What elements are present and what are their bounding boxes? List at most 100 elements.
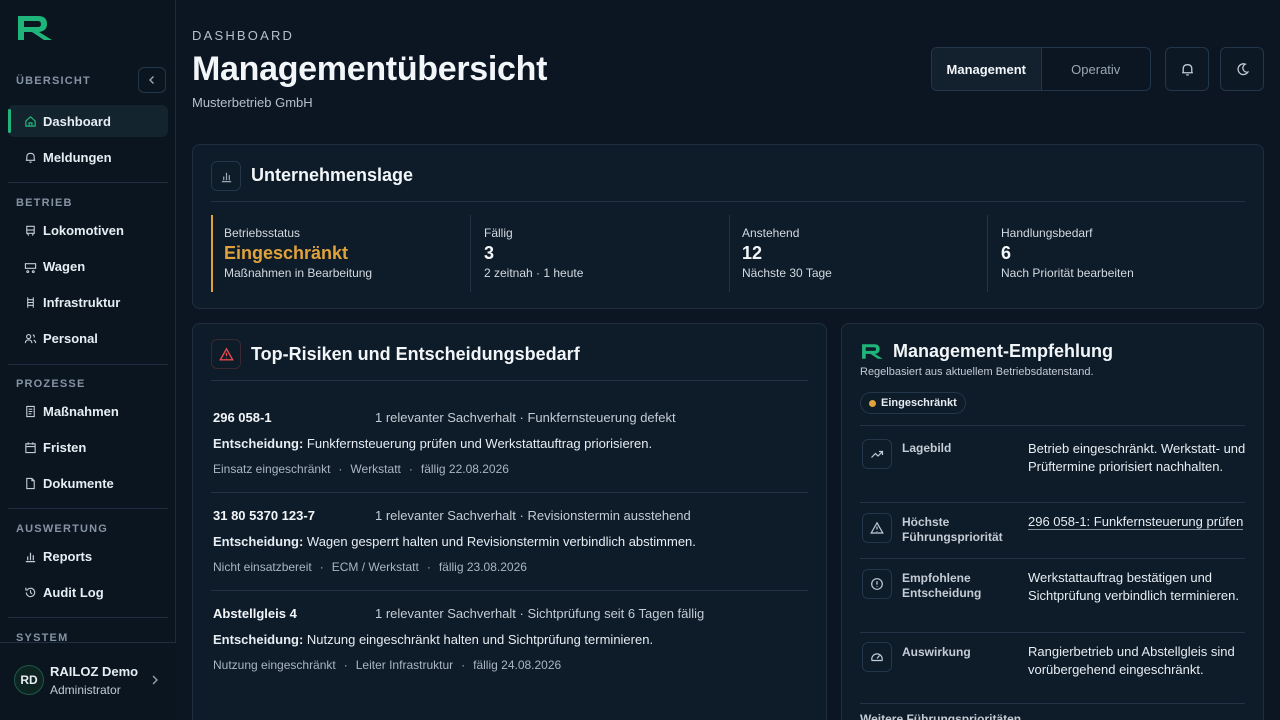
risk-decision: Entscheidung: Nutzung eingeschränkt halt… <box>213 632 653 647</box>
priority-link[interactable]: 296 058-1: Funkfernsteuerung prüfen <box>1028 514 1244 530</box>
sidebar-item-label: Maßnahmen <box>43 403 119 419</box>
page-title: Managementübersicht <box>192 50 548 88</box>
rec-label: Auswirkung <box>902 645 971 659</box>
rec-icon-box <box>862 513 892 543</box>
mode-management-button[interactable]: Management <box>932 48 1042 90</box>
page-eyebrow: DASHBOARD <box>192 28 295 43</box>
sidebar-item-personal[interactable]: Personal <box>8 322 168 354</box>
kpi-note: Maßnahmen in Bearbeitung <box>224 266 373 280</box>
recommendation-row-auswirkung: Auswirkung Rangierbetrieb und Abstellgle… <box>860 632 1245 692</box>
document-icon <box>26 477 35 489</box>
risk-item[interactable]: Abstellgleis 4 1 relevanter Sachverhalt … <box>213 606 808 676</box>
kpi-value: 6 <box>1001 243 1012 263</box>
risk-owner: Werkstatt <box>350 462 401 476</box>
sidebar-item-label: Reports <box>43 548 93 564</box>
more-priorities-heading: Weitere Führungsprioritäten <box>860 712 1022 720</box>
kpi-anstehend[interactable]: Anstehend 12 Nächste 30 Tage <box>729 215 987 292</box>
sidebar-item-label: Personal <box>43 330 98 346</box>
recommendation-row-prioritaet: Höchste Führungspriorität 296 058-1: Fun… <box>860 502 1245 558</box>
sidebar-item-label: Audit Log <box>43 584 104 600</box>
decision-label: Entscheidung: <box>213 534 304 549</box>
sidebar-item-dokumente[interactable]: Dokumente <box>8 467 168 499</box>
section-label-betrieb: BETRIEB <box>16 197 73 209</box>
kpi-label: Fällig <box>484 226 513 240</box>
rec-label: Lagebild <box>902 441 952 455</box>
kpi-value: 12 <box>742 243 763 263</box>
card-title-recommendation: Management-Empfehlung <box>893 341 1114 361</box>
status-badge: Eingeschränkt <box>860 392 966 414</box>
kpi-note: 2 zeitnah · 1 heute <box>484 266 584 280</box>
risk-status: Nutzung eingeschränkt <box>213 658 336 672</box>
decision-label: Entscheidung: <box>213 632 304 647</box>
decision-text: Nutzung eingeschränkt halten und Sichtpr… <box>306 632 654 647</box>
sidebar-item-wagen[interactable]: Wagen <box>8 250 168 282</box>
theme-toggle-button[interactable] <box>1220 47 1264 91</box>
sidebar-item-reports[interactable]: Reports <box>8 540 168 572</box>
warning-icon <box>870 521 884 534</box>
rec-text: 296 058-1: Funkfernsteuerung prüfen <box>1028 513 1248 531</box>
rec-label: Empfohlene Entscheidung <box>902 571 982 600</box>
sidebar-item-dashboard[interactable]: Dashboard <box>8 105 168 137</box>
sidebar-item-label: Lokomotiven <box>43 222 124 238</box>
kpi-note: Nach Priorität bearbeiten <box>1001 266 1134 280</box>
risk-item[interactable]: 31 80 5370 123-7 1 relevanter Sachverhal… <box>213 508 808 578</box>
user-role: Administrator <box>50 683 121 697</box>
risk-object-id: 296 058-1 <box>213 410 272 425</box>
sidebar-item-massnahmen[interactable]: Maßnahmen <box>8 395 168 427</box>
railoz-logo-icon <box>862 344 883 359</box>
mode-operativ-button[interactable]: Operativ <box>1042 48 1151 90</box>
sidebar-divider <box>8 508 168 509</box>
history-icon <box>25 587 36 597</box>
kpi-value: Eingeschränkt <box>224 243 349 263</box>
kpi-betriebsstatus[interactable]: Betriebsstatus Eingeschränkt Maßnahmen i… <box>211 215 469 292</box>
sidebar-item-meldungen[interactable]: Meldungen <box>8 141 168 173</box>
card-icon-box <box>211 339 241 369</box>
bell-icon <box>1181 63 1193 75</box>
view-mode-switch: Management Operativ <box>931 47 1151 91</box>
sidebar-item-audit-log[interactable]: Audit Log <box>8 576 168 608</box>
kpi-label: Betriebsstatus <box>224 226 301 240</box>
kpi-faellig[interactable]: Fällig 3 2 zeitnah · 1 heute <box>471 215 729 292</box>
sidebar-item-label: Meldungen <box>43 149 112 165</box>
kpi-value: 3 <box>484 243 495 263</box>
railoz-logo-icon[interactable] <box>16 14 56 42</box>
sidebar-item-lokomotiven[interactable]: Lokomotiven <box>8 214 168 246</box>
risk-description: 1 relevanter Sachverhalt · Funkfernsteue… <box>375 410 676 425</box>
section-label-overview: ÜBERSICHT <box>16 75 91 87</box>
decision-text: Funkfernsteuerung prüfen und Werkstattau… <box>306 436 653 451</box>
sidebar-item-infrastruktur[interactable]: Infrastruktur <box>8 286 168 318</box>
decision-text: Wagen gesperrt halten und Revisionstermi… <box>306 534 696 549</box>
notifications-button[interactable] <box>1165 47 1209 91</box>
rec-label: Höchste Führungspriorität <box>902 515 1003 544</box>
risk-description: 1 relevanter Sachverhalt · Revisionsterm… <box>375 508 691 523</box>
warning-icon <box>218 347 234 361</box>
kpi-handlungsbedarf[interactable]: Handlungsbedarf 6 Nach Priorität bearbei… <box>988 215 1246 292</box>
risk-owner: ECM / Werkstatt <box>331 560 419 574</box>
bar-chart-icon <box>221 172 231 182</box>
risk-decision: Entscheidung: Funkfernsteuerung prüfen u… <box>213 436 652 451</box>
alert-circle-icon <box>871 578 883 590</box>
risk-description: 1 relevanter Sachverhalt · Sichtprüfung … <box>375 606 705 621</box>
chevron-left-icon <box>149 76 154 84</box>
recommendation-row-lagebild: Lagebild Betrieb eingeschränkt. Werkstat… <box>860 425 1245 502</box>
risk-status: Nicht einsatzbereit <box>213 560 312 574</box>
kpi-note: Nächste 30 Tage <box>742 266 832 280</box>
kpi-label: Anstehend <box>742 226 800 240</box>
calendar-icon <box>25 441 36 453</box>
rec-icon-box <box>862 642 892 672</box>
risk-item[interactable]: 296 058-1 1 relevanter Sachverhalt · Fun… <box>213 410 808 480</box>
clipboard-list-icon <box>26 405 35 417</box>
gauge-icon <box>871 653 883 662</box>
sidebar-item-fristen[interactable]: Fristen <box>8 431 168 463</box>
sidebar-item-label: Wagen <box>43 258 86 274</box>
row-divider <box>860 703 1245 704</box>
company-name: Musterbetrieb GmbH <box>192 95 313 110</box>
card-title-lage: Unternehmenslage <box>251 165 414 185</box>
rec-text: Rangierbetrieb und Abstellgleis sind vor… <box>1028 644 1235 677</box>
collapse-sidebar-button[interactable] <box>138 67 166 93</box>
risk-meta: Einsatz eingeschränkt · Werkstatt · fällig 2… <box>213 462 509 476</box>
risk-owner: Leiter Infrastruktur <box>355 658 454 672</box>
risk-object-id: Abstellgleis 4 <box>213 606 297 621</box>
bar-chart-icon <box>25 552 36 562</box>
user-menu[interactable]: RD RAILOZ Demo Administrator <box>0 642 176 720</box>
